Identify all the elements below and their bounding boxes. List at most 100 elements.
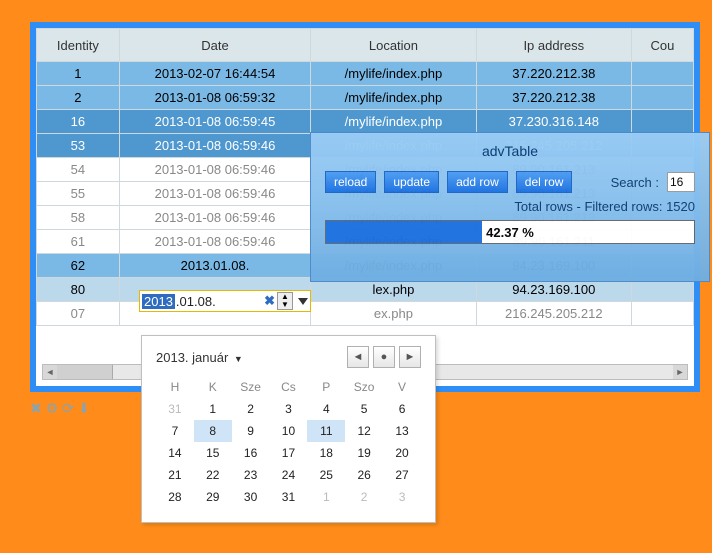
cell-id: 62 xyxy=(37,254,120,278)
cell-id: 61 xyxy=(37,230,120,254)
datepicker-today-button[interactable]: ● xyxy=(373,346,395,368)
calendar-day[interactable]: 6 xyxy=(383,398,421,420)
calendar-day[interactable]: 9 xyxy=(232,420,270,442)
date-editor-year-selected: 2013 xyxy=(142,294,175,309)
cell-id: 16 xyxy=(37,110,120,134)
weekday-label: Cs xyxy=(270,376,308,398)
col-header[interactable]: Date xyxy=(119,29,310,62)
cell-id: 55 xyxy=(37,182,120,206)
cell-ip: 216.245.205.212 xyxy=(476,302,631,326)
close-icon[interactable]: ✖ xyxy=(30,400,46,416)
calendar-day[interactable]: 30 xyxy=(232,486,270,508)
cell-date: 2013.01.08. xyxy=(119,254,310,278)
advtable-dialog: advTable reload update add row del row S… xyxy=(310,132,710,282)
cell-date: 2013-01-08 06:59:46 xyxy=(119,182,310,206)
datepicker-month-year[interactable]: 2013. január ▼ xyxy=(156,350,243,365)
calendar-day[interactable]: 27 xyxy=(383,464,421,486)
calendar-day[interactable]: 22 xyxy=(194,464,232,486)
calendar-day[interactable]: 13 xyxy=(383,420,421,442)
col-header[interactable]: Ip address xyxy=(476,29,631,62)
reload-button[interactable]: reload xyxy=(325,171,376,193)
calendar-day[interactable]: 7 xyxy=(156,420,194,442)
cell-id: 58 xyxy=(37,206,120,230)
refresh-icon[interactable]: ⟳ xyxy=(62,400,78,416)
date-cell-editor[interactable]: 2013 .01.08. ✖ ▲ ▼ xyxy=(139,290,311,312)
calendar-day[interactable]: 1 xyxy=(194,398,232,420)
update-button[interactable]: update xyxy=(384,171,439,193)
calendar-day[interactable]: 17 xyxy=(270,442,308,464)
weekday-label: P xyxy=(307,376,345,398)
table-row[interactable]: 162013-01-08 06:59:45/mylife/index.php37… xyxy=(37,110,694,134)
calendar-day[interactable]: 10 xyxy=(270,420,308,442)
calendar-day[interactable]: 11 xyxy=(307,420,345,442)
dropdown-caret-icon[interactable] xyxy=(298,298,308,305)
datepicker-popup: 2013. január ▼ ◄ ● ► HKSzeCsPSzoV 311234… xyxy=(141,335,436,523)
cell-id: 54 xyxy=(37,158,120,182)
scroll-thumb[interactable] xyxy=(57,365,113,379)
calendar-day[interactable]: 2 xyxy=(232,398,270,420)
cell-cou xyxy=(631,110,693,134)
calendar-day[interactable]: 2 xyxy=(345,486,383,508)
col-header[interactable]: Location xyxy=(311,29,477,62)
calendar-day[interactable]: 21 xyxy=(156,464,194,486)
add-row-button[interactable]: add row xyxy=(447,171,508,193)
cell-id: 2 xyxy=(37,86,120,110)
calendar-day[interactable]: 28 xyxy=(156,486,194,508)
progress-bar: 42.37 % xyxy=(325,220,695,244)
calendar-day[interactable]: 14 xyxy=(156,442,194,464)
calendar-day[interactable]: 4 xyxy=(307,398,345,420)
cell-date: 2013-01-08 06:59:45 xyxy=(119,110,310,134)
calendar-day[interactable]: 18 xyxy=(307,442,345,464)
datepicker-next-button[interactable]: ► xyxy=(399,346,421,368)
calendar-day[interactable]: 19 xyxy=(345,442,383,464)
clear-icon[interactable]: ✖ xyxy=(264,293,275,309)
cell-date: 2013-01-08 06:59:46 xyxy=(119,158,310,182)
calendar-day[interactable]: 31 xyxy=(156,398,194,420)
dialog-title: advTable xyxy=(325,143,695,159)
calendar-day[interactable]: 3 xyxy=(383,486,421,508)
table-row[interactable]: 22013-01-08 06:59:32/mylife/index.php37.… xyxy=(37,86,694,110)
cell-ip: 37.220.212.38 xyxy=(476,62,631,86)
weekday-label: V xyxy=(383,376,421,398)
spin-down-icon[interactable]: ▼ xyxy=(278,301,292,309)
datepicker-title-text: 2013. január xyxy=(156,350,228,365)
datepicker-prev-button[interactable]: ◄ xyxy=(347,346,369,368)
calendar-day[interactable]: 24 xyxy=(270,464,308,486)
calendar-day[interactable]: 23 xyxy=(232,464,270,486)
calendar-day[interactable]: 12 xyxy=(345,420,383,442)
table-row[interactable]: 12013-02-07 16:44:54/mylife/index.php37.… xyxy=(37,62,694,86)
gear-icon[interactable]: ⚙ xyxy=(46,400,63,416)
calendar-day[interactable]: 20 xyxy=(383,442,421,464)
cell-date: 2013-01-08 06:59:46 xyxy=(119,134,310,158)
search-label: Search : xyxy=(611,175,659,190)
cell-date: 2013-01-08 06:59:46 xyxy=(119,230,310,254)
download-icon[interactable]: ⬇ xyxy=(78,400,94,416)
caret-down-icon: ▼ xyxy=(234,354,243,364)
calendar-day[interactable]: 8 xyxy=(194,420,232,442)
table-row[interactable]: 07ex.php216.245.205.212 xyxy=(37,302,694,326)
scroll-right-arrow-icon[interactable]: ► xyxy=(673,365,687,379)
calendar-day[interactable]: 16 xyxy=(232,442,270,464)
calendar-day[interactable]: 31 xyxy=(270,486,308,508)
cell-loc: /mylife/index.php xyxy=(311,62,477,86)
spinner[interactable]: ▲ ▼ xyxy=(277,292,293,310)
calendar-day[interactable]: 3 xyxy=(270,398,308,420)
calendar-day[interactable]: 26 xyxy=(345,464,383,486)
cell-date: 2013-01-08 06:59:46 xyxy=(119,206,310,230)
cell-id: 07 xyxy=(37,302,120,326)
cell-loc: /mylife/index.php xyxy=(311,110,477,134)
scroll-left-arrow-icon[interactable]: ◄ xyxy=(43,365,57,379)
col-header[interactable]: Cou xyxy=(631,29,693,62)
calendar-day[interactable]: 5 xyxy=(345,398,383,420)
col-header[interactable]: Identity xyxy=(37,29,120,62)
calendar-day[interactable]: 29 xyxy=(194,486,232,508)
cell-ip: 37.220.212.38 xyxy=(476,86,631,110)
calendar-day[interactable]: 25 xyxy=(307,464,345,486)
cell-cou xyxy=(631,302,693,326)
search-input[interactable] xyxy=(667,172,695,192)
calendar-day[interactable]: 15 xyxy=(194,442,232,464)
weekday-label: H xyxy=(156,376,194,398)
calendar-day[interactable]: 1 xyxy=(307,486,345,508)
cell-ip: 37.230.316.148 xyxy=(476,110,631,134)
del-row-button[interactable]: del row xyxy=(516,171,573,193)
